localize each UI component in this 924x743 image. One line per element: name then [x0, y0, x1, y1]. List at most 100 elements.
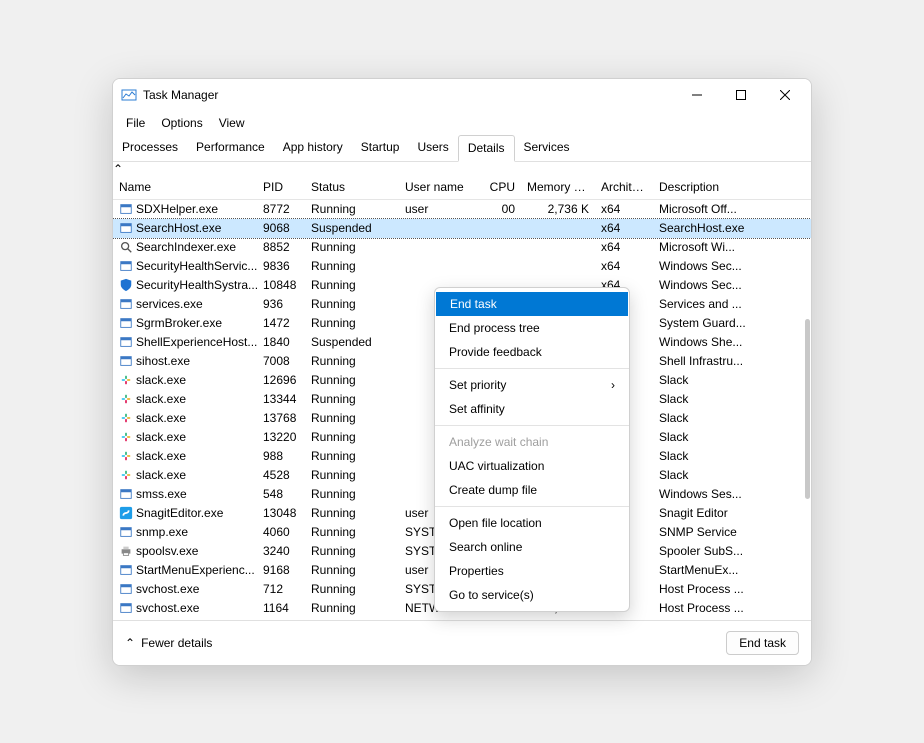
process-description: Services and ... [653, 297, 811, 311]
process-name: slack.exe [136, 392, 186, 406]
minimize-button[interactable] [675, 79, 719, 111]
tab-users[interactable]: Users [408, 135, 457, 161]
process-description: Spooler SubS... [653, 544, 811, 558]
menu-provide-feedback[interactable]: Provide feedback [435, 340, 629, 364]
table-row[interactable]: SearchHost.exe9068Suspendedx64SearchHost… [113, 219, 811, 238]
header-name[interactable]: Name [113, 180, 257, 194]
process-status: Running [305, 506, 399, 520]
table-row[interactable]: svchost.exe1212RunningSYSTEM001,148 Kx64… [113, 618, 811, 620]
process-description: Slack [653, 411, 811, 425]
menu-view[interactable]: View [212, 113, 252, 133]
menu-set-affinity[interactable]: Set affinity [435, 397, 629, 421]
process-name: SecurityHealthSystra... [136, 278, 257, 292]
process-pid: 9068 [257, 221, 305, 235]
process-pid: 13048 [257, 506, 305, 520]
menu-uac-virtualization[interactable]: UAC virtualization [435, 454, 629, 478]
process-icon [119, 335, 133, 349]
tab-app-history[interactable]: App history [274, 135, 352, 161]
menu-open-file-location[interactable]: Open file location [435, 511, 629, 535]
process-pid: 1472 [257, 316, 305, 330]
process-arch: x64 [595, 259, 653, 273]
fewer-details-toggle[interactable]: ⌃ Fewer details [125, 636, 212, 650]
process-icon [119, 240, 133, 254]
close-button[interactable] [763, 79, 807, 111]
menu-analyze-wait-chain: Analyze wait chain [435, 430, 629, 454]
header-cpu[interactable]: CPU [481, 180, 521, 194]
process-pid: 3240 [257, 544, 305, 558]
header-status[interactable]: Status [305, 180, 399, 194]
process-name: services.exe [136, 297, 203, 311]
process-name: smss.exe [136, 487, 187, 501]
process-icon [119, 544, 133, 558]
process-pid: 13220 [257, 430, 305, 444]
process-name: SecurityHealthServic... [136, 259, 257, 273]
table-row[interactable]: SDXHelper.exe8772Runninguser002,736 Kx64… [113, 200, 811, 219]
process-icon [119, 430, 133, 444]
menu-end-process-tree[interactable]: End process tree [435, 316, 629, 340]
titlebar: Task Manager [113, 79, 811, 111]
process-description: Windows Sec... [653, 259, 811, 273]
window-title: Task Manager [143, 88, 218, 102]
menu-properties[interactable]: Properties [435, 559, 629, 583]
process-status: Running [305, 278, 399, 292]
process-icon [119, 221, 133, 235]
header-user[interactable]: User name [399, 180, 481, 194]
process-status: Suspended [305, 221, 399, 235]
process-status: Running [305, 392, 399, 406]
menu-set-priority[interactable]: Set priority› [435, 373, 629, 397]
menu-options[interactable]: Options [154, 113, 209, 133]
menu-go-to-services[interactable]: Go to service(s) [435, 583, 629, 607]
table-row[interactable]: SecurityHealthServic...9836Runningx64Win… [113, 257, 811, 276]
process-status: Running [305, 468, 399, 482]
menu-create-dump-file[interactable]: Create dump file [435, 478, 629, 502]
tab-details[interactable]: Details [458, 135, 515, 162]
process-pid: 8852 [257, 240, 305, 254]
tab-services[interactable]: Services [515, 135, 579, 161]
tab-startup[interactable]: Startup [352, 135, 409, 161]
process-icon [119, 506, 133, 520]
sort-indicator-icon: ⌃ [113, 162, 123, 176]
process-name: SDXHelper.exe [136, 202, 218, 216]
process-pid: 548 [257, 487, 305, 501]
menu-end-task[interactable]: End task [436, 292, 628, 316]
process-status: Suspended [305, 335, 399, 349]
maximize-button[interactable] [719, 79, 763, 111]
process-icon [119, 449, 133, 463]
header-description[interactable]: Description [653, 180, 811, 194]
header-arch[interactable]: Archite... [595, 180, 653, 194]
menu-file[interactable]: File [119, 113, 152, 133]
process-description: Windows She... [653, 335, 811, 349]
process-status: Running [305, 601, 399, 615]
process-pid: 988 [257, 449, 305, 463]
table-row[interactable]: SearchIndexer.exe8852Runningx64Microsoft… [113, 238, 811, 257]
process-pid: 1164 [257, 601, 305, 615]
process-description: System Guard... [653, 316, 811, 330]
process-icon [119, 601, 133, 615]
process-name: svchost.exe [136, 601, 199, 615]
tabbar: Processes Performance App history Startu… [113, 135, 811, 162]
process-description: Snagit Editor [653, 506, 811, 520]
column-headers: Name PID Status User name CPU Memory (a.… [113, 176, 811, 200]
process-description: StartMenuEx... [653, 563, 811, 577]
process-user: user [399, 202, 481, 216]
task-manager-window: Task Manager File Options View Processes… [112, 78, 812, 666]
menu-search-online[interactable]: Search online [435, 535, 629, 559]
process-name: SgrmBroker.exe [136, 316, 222, 330]
process-description: Host Process ... [653, 582, 811, 596]
header-memory[interactable]: Memory (a... [521, 180, 595, 194]
scrollbar-thumb[interactable] [805, 319, 810, 499]
tab-performance[interactable]: Performance [187, 135, 274, 161]
process-pid: 9168 [257, 563, 305, 577]
end-task-button[interactable]: End task [726, 631, 799, 655]
process-name: slack.exe [136, 411, 186, 425]
header-pid[interactable]: PID [257, 180, 305, 194]
process-icon [119, 259, 133, 273]
tab-processes[interactable]: Processes [113, 135, 187, 161]
process-description: SearchHost.exe [653, 221, 811, 235]
process-name: slack.exe [136, 449, 186, 463]
process-status: Running [305, 430, 399, 444]
process-arch: x64 [595, 221, 653, 235]
process-pid: 4528 [257, 468, 305, 482]
process-name: SearchIndexer.exe [136, 240, 236, 254]
process-icon [119, 316, 133, 330]
